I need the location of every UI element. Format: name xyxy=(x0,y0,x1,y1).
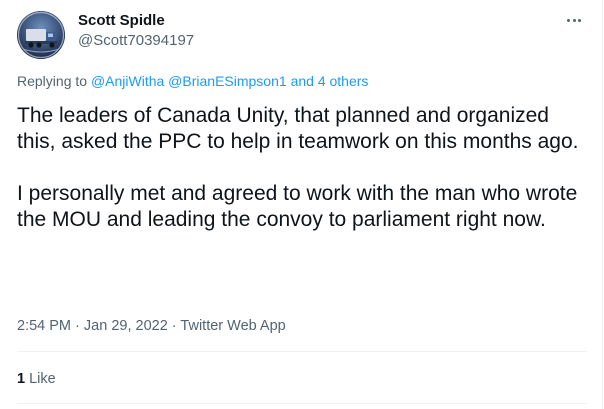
tweet-date[interactable]: Jan 29, 2022 xyxy=(84,318,168,334)
tweet-paragraph: The leaders of Canada Unity, that planne… xyxy=(17,104,579,153)
likes-label: Like xyxy=(29,371,56,387)
tweet-meta: 2:54 PM · Jan 29, 2022 · Twitter Web App xyxy=(17,316,286,336)
likes-count: 1 xyxy=(17,371,26,387)
and-label[interactable]: and xyxy=(291,73,314,89)
divider xyxy=(17,351,587,352)
author-name[interactable]: Scott Spidle xyxy=(78,11,165,31)
author-avatar[interactable] xyxy=(17,11,65,59)
replying-to-line: Replying to @AnjiWitha @BrianESimpson1 a… xyxy=(17,72,368,90)
tweet-paragraph: I personally met and agreed to work with… xyxy=(17,182,578,231)
others-link[interactable]: 4 others xyxy=(318,73,369,89)
tweet-source[interactable]: Twitter Web App xyxy=(180,318,285,334)
truck-avatar-icon xyxy=(17,11,65,59)
replying-to-label: Replying to xyxy=(17,73,88,89)
likes-stat[interactable]: 1 Like xyxy=(17,369,56,389)
tweet-time[interactable]: 2:54 PM xyxy=(17,318,71,334)
mention-link[interactable]: @AnjiWitha xyxy=(91,73,164,89)
tweet-text: The leaders of Canada Unity, that planne… xyxy=(17,103,592,233)
mention-link[interactable]: @BrianESimpson1 xyxy=(168,73,287,89)
more-options-icon[interactable] xyxy=(563,12,585,28)
author-handle[interactable]: @Scott70394197 xyxy=(78,31,194,51)
divider xyxy=(17,403,587,404)
meta-separator: · xyxy=(75,318,80,334)
meta-separator: · xyxy=(171,318,177,334)
tweet-card: Scott Spidle @Scott70394197 Replying to … xyxy=(0,0,603,409)
